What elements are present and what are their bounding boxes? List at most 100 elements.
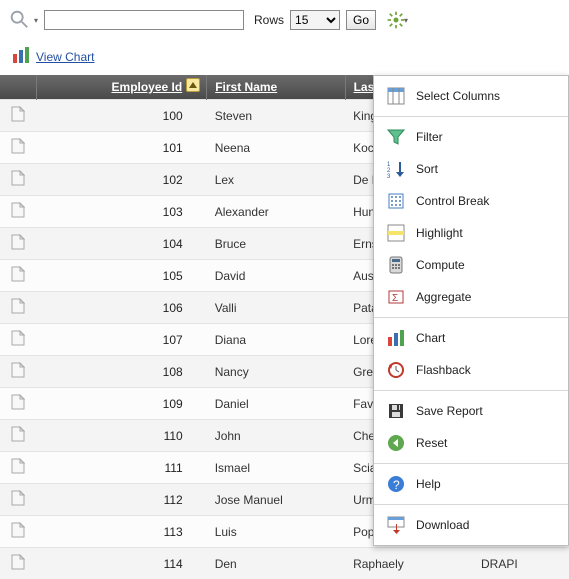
col-employee-id[interactable]: Employee Id bbox=[36, 75, 207, 100]
compute-icon bbox=[386, 255, 406, 275]
menu-separator bbox=[374, 116, 568, 117]
cell-employee-id: 112 bbox=[36, 484, 207, 516]
cell-first-name: Den bbox=[207, 548, 345, 579]
menu-compute[interactable]: Compute bbox=[374, 249, 568, 281]
menu-label: Select Columns bbox=[416, 89, 500, 103]
search-icon[interactable] bbox=[8, 8, 30, 33]
rows-select[interactable]: 15 bbox=[290, 10, 340, 30]
menu-label: Control Break bbox=[416, 194, 489, 208]
row-doc-icon[interactable] bbox=[0, 388, 36, 420]
menu-label: Sort bbox=[416, 162, 438, 176]
menu-control-break[interactable]: Control Break bbox=[374, 185, 568, 217]
row-doc-icon[interactable] bbox=[0, 516, 36, 548]
search-input[interactable] bbox=[44, 10, 244, 30]
menu-aggregate[interactable]: Σ Aggregate bbox=[374, 281, 568, 313]
col-icon bbox=[0, 75, 36, 100]
menu-label: Highlight bbox=[416, 226, 463, 240]
view-chart-link[interactable]: View Chart bbox=[36, 50, 94, 64]
rows-label: Rows bbox=[254, 13, 284, 27]
view-chart-row: View Chart bbox=[0, 40, 569, 75]
highlight-icon bbox=[386, 223, 406, 243]
actions-gear-button[interactable]: ▾ bbox=[386, 10, 408, 30]
row-doc-icon[interactable] bbox=[0, 356, 36, 388]
menu-help[interactable]: ? Help bbox=[374, 468, 568, 500]
row-doc-icon[interactable] bbox=[0, 260, 36, 292]
menu-label: Reset bbox=[416, 436, 447, 450]
menu-label: Chart bbox=[416, 331, 445, 345]
table-row: 114DenRaphaelyDRAPI bbox=[0, 548, 569, 579]
row-doc-icon[interactable] bbox=[0, 324, 36, 356]
cell-first-name: Jose Manuel bbox=[207, 484, 345, 516]
row-doc-icon[interactable] bbox=[0, 292, 36, 324]
toolbar: ▾ Rows 15 Go ▾ bbox=[0, 0, 569, 40]
cell-first-name: Luis bbox=[207, 516, 345, 548]
sort-asc-icon[interactable] bbox=[186, 78, 200, 92]
menu-separator bbox=[374, 463, 568, 464]
cell-employee-id: 110 bbox=[36, 420, 207, 452]
save-icon bbox=[386, 401, 406, 421]
chart-icon bbox=[386, 328, 406, 348]
menu-label: Download bbox=[416, 518, 469, 532]
sort-icon: 123 bbox=[386, 159, 406, 179]
cell-first-name: Neena bbox=[207, 132, 345, 164]
menu-label: Save Report bbox=[416, 404, 483, 418]
search-dropdown-arrow-icon[interactable]: ▾ bbox=[34, 16, 38, 25]
cell-employee-id: 106 bbox=[36, 292, 207, 324]
menu-highlight[interactable]: Highlight bbox=[374, 217, 568, 249]
menu-select-columns[interactable]: Select Columns bbox=[374, 80, 568, 112]
menu-sort[interactable]: 123 Sort bbox=[374, 153, 568, 185]
cell-first-name: Ismael bbox=[207, 452, 345, 484]
menu-label: Help bbox=[416, 477, 441, 491]
cell-first-name: Steven bbox=[207, 100, 345, 132]
row-doc-icon[interactable] bbox=[0, 164, 36, 196]
cell-first-name: Lex bbox=[207, 164, 345, 196]
menu-separator bbox=[374, 317, 568, 318]
download-icon bbox=[386, 515, 406, 535]
menu-reset[interactable]: Reset bbox=[374, 427, 568, 459]
svg-text:Σ: Σ bbox=[392, 293, 398, 304]
menu-chart[interactable]: Chart bbox=[374, 322, 568, 354]
chart-icon bbox=[12, 46, 30, 67]
gear-dropdown-arrow-icon: ▾ bbox=[404, 16, 408, 25]
cell-employee-id: 109 bbox=[36, 388, 207, 420]
cell-employee-id: 100 bbox=[36, 100, 207, 132]
svg-text:?: ? bbox=[393, 478, 400, 492]
control-break-icon bbox=[386, 191, 406, 211]
cell-employee-id: 113 bbox=[36, 516, 207, 548]
cell-employee-id: 101 bbox=[36, 132, 207, 164]
cell-employee-id: 107 bbox=[36, 324, 207, 356]
cell-first-name: Nancy bbox=[207, 356, 345, 388]
menu-filter[interactable]: Filter bbox=[374, 121, 568, 153]
cell-first-name: Alexander bbox=[207, 196, 345, 228]
menu-label: Flashback bbox=[416, 363, 471, 377]
menu-download[interactable]: Download bbox=[374, 509, 568, 541]
row-doc-icon[interactable] bbox=[0, 100, 36, 132]
menu-save-report[interactable]: Save Report bbox=[374, 395, 568, 427]
col-first-name[interactable]: First Name bbox=[207, 75, 345, 100]
cell-employee-id: 111 bbox=[36, 452, 207, 484]
row-doc-icon[interactable] bbox=[0, 196, 36, 228]
row-doc-icon[interactable] bbox=[0, 484, 36, 516]
menu-label: Aggregate bbox=[416, 290, 471, 304]
cell-email: DRAPI bbox=[473, 548, 569, 579]
row-doc-icon[interactable] bbox=[0, 132, 36, 164]
row-doc-icon[interactable] bbox=[0, 548, 36, 579]
actions-menu: Select Columns Filter 123 Sort Control B… bbox=[373, 75, 569, 546]
cell-last-name: Raphaely bbox=[345, 548, 473, 579]
flashback-icon bbox=[386, 360, 406, 380]
cell-employee-id: 103 bbox=[36, 196, 207, 228]
cell-first-name: David bbox=[207, 260, 345, 292]
go-button[interactable]: Go bbox=[346, 10, 376, 30]
cell-employee-id: 108 bbox=[36, 356, 207, 388]
menu-label: Filter bbox=[416, 130, 443, 144]
reset-icon bbox=[386, 433, 406, 453]
svg-text:3: 3 bbox=[387, 174, 391, 178]
cell-first-name: John bbox=[207, 420, 345, 452]
row-doc-icon[interactable] bbox=[0, 452, 36, 484]
menu-flashback[interactable]: Flashback bbox=[374, 354, 568, 386]
cell-employee-id: 102 bbox=[36, 164, 207, 196]
row-doc-icon[interactable] bbox=[0, 420, 36, 452]
cell-first-name: Daniel bbox=[207, 388, 345, 420]
row-doc-icon[interactable] bbox=[0, 228, 36, 260]
cell-first-name: Diana bbox=[207, 324, 345, 356]
